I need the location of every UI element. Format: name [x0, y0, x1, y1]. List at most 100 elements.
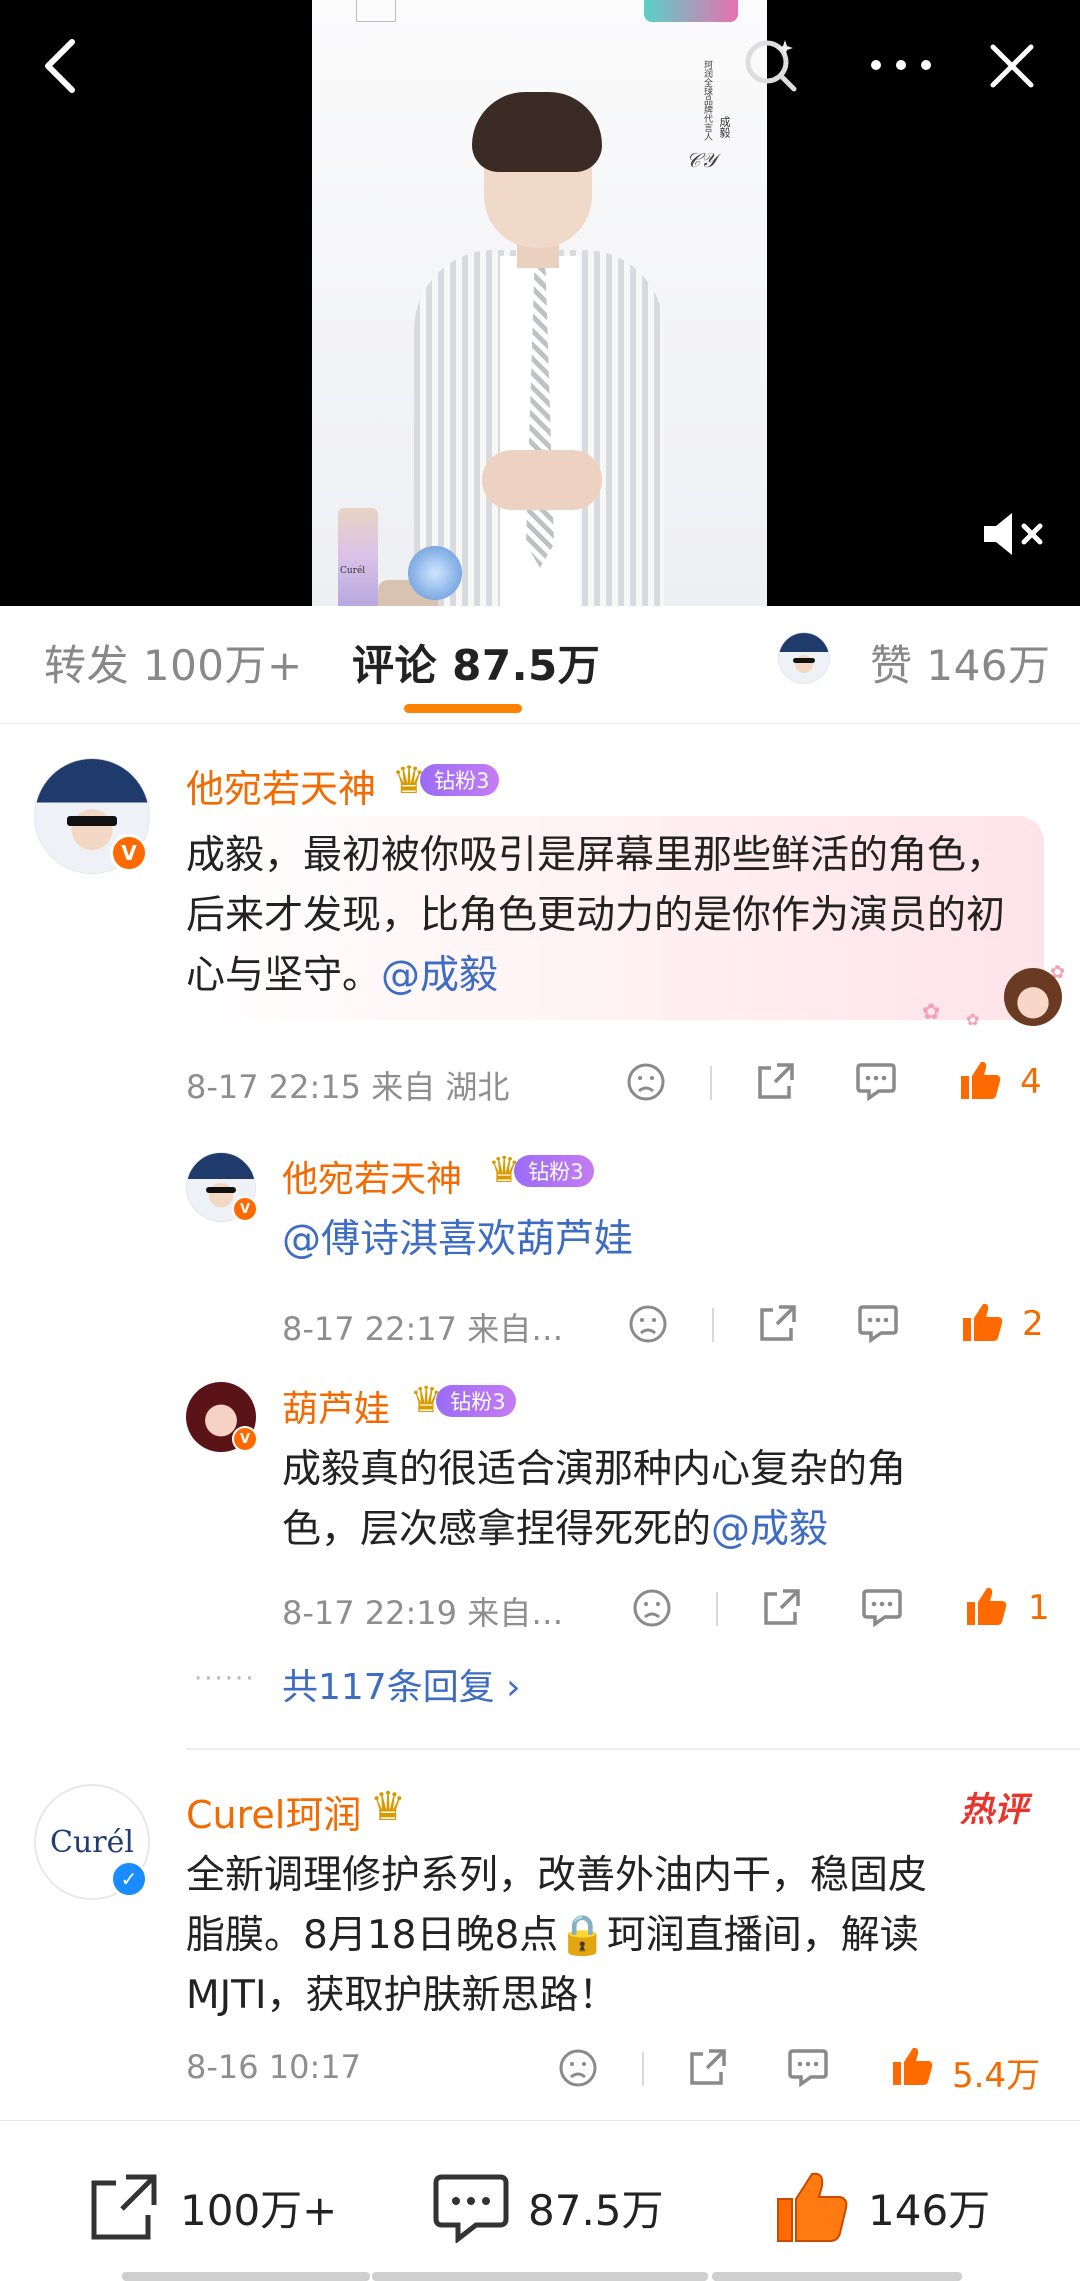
flower-icon: ✿: [966, 1010, 980, 1029]
comment-text[interactable]: 全新调理修护系列，改善外油内干，稳固皮 脂膜。8月18日晚8点🔒珂润直播间，解读…: [186, 1846, 1046, 2026]
thumbs-up-icon: [893, 2047, 933, 2085]
share-button[interactable]: [754, 1582, 810, 1632]
view-all-replies-link[interactable]: 共117条回复 ›: [282, 1658, 521, 1710]
share-icon: [758, 1063, 794, 1099]
event-badge: [644, 0, 738, 22]
tab-likes[interactable]: 赞 146万: [870, 632, 1051, 693]
reply-dots: ······: [194, 1664, 256, 1694]
username[interactable]: Curel珂润: [186, 1784, 361, 1839]
like-count: 4: [1020, 1062, 1042, 1102]
reply-button[interactable]: [780, 2042, 836, 2092]
sad-face-icon: [559, 2049, 597, 2087]
sad-face-icon: [627, 1063, 665, 1101]
reply-button[interactable]: [850, 1298, 906, 1348]
username[interactable]: 他宛若天神: [282, 1150, 462, 1202]
comment-icon: [788, 2049, 828, 2087]
thumbs-up-icon: [961, 1061, 1001, 1099]
bottom-action-bar: 100万+ 87.5万 146万: [0, 2120, 1080, 2281]
close-button[interactable]: [982, 36, 1042, 96]
sad-face-icon: [629, 1305, 667, 1343]
comment-icon: [856, 1063, 896, 1101]
hot-comment-tag: 热评: [960, 1790, 1028, 1830]
verified-icon: V: [110, 834, 148, 872]
like-count: 1: [1028, 1588, 1050, 1628]
repost-count: 100万+: [180, 2185, 338, 2235]
mention-link[interactable]: @傅诗淇喜欢葫芦娃: [282, 1217, 633, 1262]
dislike-button[interactable]: [624, 1584, 680, 1632]
comment-icon: [862, 1589, 902, 1627]
share-button[interactable]: [750, 1298, 806, 1348]
dislike-button[interactable]: [620, 1300, 676, 1348]
comment-text[interactable]: 成毅，最初被你吸引是屏幕里那些鲜活的角色，后来才发现，比角色更动力的是你作为演员…: [186, 826, 1016, 1006]
back-icon: [45, 39, 75, 93]
system-nav-indicator: [122, 2272, 370, 2281]
sad-face-icon: [633, 1589, 671, 1627]
like-count: 2: [1022, 1304, 1044, 1344]
username[interactable]: 他宛若天神: [186, 758, 376, 813]
dislike-button[interactable]: [618, 1058, 674, 1106]
more-icon: [871, 60, 931, 70]
overlay-name: 成毅: [718, 116, 731, 138]
video-frame: 珂润全球品牌代言人 成毅 𝒞𝒴 Curél: [312, 0, 767, 606]
reply-text[interactable]: 成毅真的很适合演那种内心复杂的角 色，层次感拿捏得死死的@成毅: [282, 1440, 1042, 1560]
fan-badge[interactable]: ♛ 钻粉3: [410, 1380, 516, 1421]
share-button[interactable]: [680, 2042, 736, 2092]
more-button[interactable]: [866, 40, 936, 90]
like-button[interactable]: [954, 1054, 1006, 1106]
fan-badge[interactable]: ♛ 钻粉3: [392, 758, 500, 802]
fan-level: 钻粉3: [420, 764, 500, 796]
tab-comments[interactable]: 评论 87.5万: [352, 632, 600, 693]
comment-time: 8-16 10:17: [186, 2048, 362, 2086]
like-button[interactable]: [886, 2040, 938, 2092]
comment-icon: [433, 2174, 509, 2243]
reply-button[interactable]: [848, 1056, 904, 1106]
verified-icon: ✓: [110, 1860, 148, 1898]
reply-time: 8-17 22:19 来自…: [282, 1594, 564, 1632]
reply-text[interactable]: @傅诗淇喜欢葫芦娃: [282, 1212, 633, 1268]
reply-time: 8-17 22:17 来自…: [282, 1310, 564, 1348]
comment-count: 87.5万: [528, 2185, 664, 2235]
overlay-text: 珂润全球品牌代言人: [702, 60, 712, 141]
active-tab-indicator: [404, 704, 522, 713]
tab-repost[interactable]: 转发 100万+: [44, 632, 303, 693]
mute-button[interactable]: [978, 502, 1048, 566]
share-icon: [764, 1589, 800, 1625]
share-icon: [91, 2174, 157, 2240]
thumbs-up-icon: [963, 1303, 1003, 1341]
system-nav-indicator: [372, 2272, 708, 2281]
divider: [186, 1748, 1080, 1750]
tab-bar: 转发 100万+ 评论 87.5万 赞 146万: [0, 606, 1080, 724]
chevron-right-icon: ›: [506, 1667, 521, 1708]
like-button[interactable]: [956, 1296, 1008, 1348]
comment-icon: [858, 1305, 898, 1343]
share-icon: [690, 2049, 726, 2085]
verified-icon: V: [232, 1196, 258, 1222]
close-icon: [990, 44, 1034, 88]
reply-button[interactable]: [854, 1582, 910, 1632]
mute-icon: [984, 513, 1043, 555]
mention-link[interactable]: @成毅: [381, 953, 498, 998]
repost-button[interactable]: 100万+: [86, 2167, 337, 2247]
signature-icon: 𝒞𝒴: [686, 148, 717, 172]
username[interactable]: 葫芦娃: [282, 1380, 390, 1432]
comment-time: 8-17 22:15 来自 湖北: [186, 1068, 510, 1106]
fan-badge[interactable]: ♛ 钻粉3: [488, 1150, 594, 1191]
like-count: 5.4万: [952, 2056, 1041, 2096]
back-button[interactable]: [30, 36, 90, 96]
share-button[interactable]: [748, 1056, 804, 1106]
like-count: 146万: [868, 2185, 991, 2235]
liker-avatar[interactable]: [778, 632, 830, 684]
like-button[interactable]: [960, 1580, 1012, 1632]
comment-button[interactable]: 87.5万: [432, 2167, 664, 2247]
visual-search-button[interactable]: [740, 34, 802, 96]
thumbs-up-icon: [967, 1587, 1007, 1625]
fan-level: 钻粉3: [514, 1154, 594, 1187]
search-icon: [745, 40, 797, 92]
video-player[interactable]: 珂润全球品牌代言人 成毅 𝒞𝒴 Curél: [0, 0, 1080, 606]
system-nav-indicator: [712, 2272, 962, 2281]
dislike-button[interactable]: [550, 2044, 606, 2092]
thumbs-up-icon: [777, 2172, 848, 2242]
mention-link[interactable]: @成毅: [711, 1507, 828, 1552]
like-button[interactable]: 146万: [774, 2167, 990, 2247]
brand-badge[interactable]: ♛: [370, 1784, 406, 1830]
